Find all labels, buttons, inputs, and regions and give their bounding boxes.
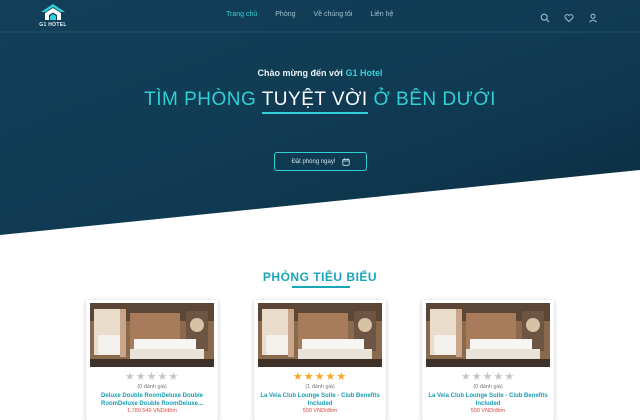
star-icon: ★ — [504, 371, 516, 383]
site-header: G1 HOTEL Trang chủ Phòng Về chúng tôi Li… — [0, 0, 640, 32]
star-icon: ★ — [135, 371, 147, 383]
nav-about[interactable]: Về chúng tôi — [314, 11, 353, 18]
headline-before: TÌM PHÒNG — [144, 89, 257, 110]
user-icon[interactable] — [588, 10, 598, 23]
rating-stars: ★★★★★ — [422, 372, 554, 383]
calendar-icon — [341, 157, 350, 166]
star-icon: ★ — [124, 371, 136, 383]
nav-home[interactable]: Trang chủ — [226, 11, 257, 18]
star-icon: ★ — [471, 371, 483, 383]
rating-stars: ★★★★★ — [86, 372, 218, 383]
logo[interactable]: G1 HOTEL — [36, 3, 70, 31]
hero-background — [0, 0, 640, 235]
star-icon: ★ — [146, 371, 158, 383]
star-icon: ★ — [168, 371, 180, 383]
headline-after: Ở BÊN DƯỚI — [373, 89, 496, 110]
review-count: (1 đánh giá) — [305, 384, 335, 390]
book-now-button[interactable]: Đặt phòng ngay! — [274, 152, 367, 171]
header-icons — [540, 10, 598, 23]
logo-icon — [41, 4, 65, 20]
star-icon: ★ — [292, 371, 304, 383]
rating-stars: ★★★★★ — [254, 372, 386, 383]
featured-rooms-underline — [292, 286, 350, 288]
room-name[interactable]: La Vela Club Lounge Suite - Club Benefit… — [428, 392, 548, 408]
room-price: 1.780.549 VND/đêm — [127, 408, 177, 414]
star-icon: ★ — [314, 371, 326, 383]
review-count: (0 đánh giá) — [473, 384, 503, 390]
page: G1 HOTEL Trang chủ Phòng Về chúng tôi Li… — [0, 0, 640, 420]
room-photo[interactable] — [426, 303, 550, 367]
review-count: (0 đánh giá) — [137, 384, 167, 390]
room-card[interactable]: ★★★★★ (0 đánh giá) La Vela Club Lounge S… — [422, 300, 554, 420]
room-photo[interactable] — [258, 303, 382, 367]
room-price: 500 VND/đêm — [470, 408, 506, 414]
hero-section: G1 HOTEL Trang chủ Phòng Về chúng tôi Li… — [0, 0, 640, 235]
star-icon: ★ — [482, 371, 494, 383]
room-price: 500 VND/đêm — [302, 408, 338, 414]
room-card[interactable]: ★★★★★ (1 đánh giá) La Vela Club Lounge S… — [254, 300, 386, 420]
book-now-label: Đặt phòng ngay! — [291, 158, 336, 165]
welcome-prefix: Chào mừng đến với — [257, 68, 343, 78]
star-icon: ★ — [493, 371, 505, 383]
star-icon: ★ — [157, 371, 169, 383]
main-nav: Trang chủ Phòng Về chúng tôi Liên hệ — [226, 11, 411, 18]
star-icon: ★ — [325, 371, 337, 383]
star-icon: ★ — [336, 371, 348, 383]
room-name[interactable]: Deluxe Double RoomDeluxe Double RoomDelu… — [92, 392, 212, 408]
heart-icon[interactable] — [564, 10, 574, 23]
welcome-brand: G1 Hotel — [345, 68, 383, 78]
headline-highlight: TUYỆT VỜI — [261, 89, 368, 114]
star-icon: ★ — [303, 371, 315, 383]
star-icon: ★ — [460, 371, 472, 383]
room-name[interactable]: La Vela Club Lounge Suite - Club Benefit… — [260, 392, 380, 408]
nav-rooms[interactable]: Phòng — [275, 11, 295, 18]
hero-headline: TÌM PHÒNG TUYỆT VỜI Ở BÊN DƯỚI — [0, 89, 640, 114]
logo-text: G1 HOTEL — [39, 22, 67, 28]
featured-rooms-title: PHÒNG TIÊU BIỂU — [262, 270, 378, 284]
search-icon[interactable] — [540, 10, 550, 23]
welcome-text: Chào mừng đến với G1 Hotel — [0, 68, 640, 78]
room-card[interactable]: ★★★★★ (0 đánh giá) Deluxe Double RoomDel… — [86, 300, 218, 420]
room-photo[interactable] — [90, 303, 214, 367]
nav-contact[interactable]: Liên hệ — [370, 11, 393, 18]
